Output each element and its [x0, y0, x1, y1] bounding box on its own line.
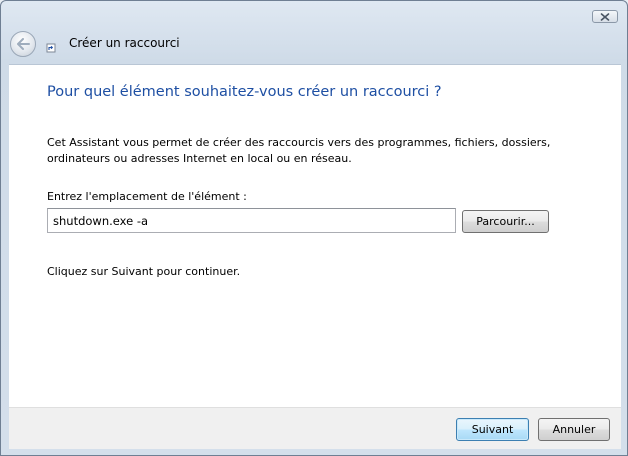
next-button[interactable]: Suivant — [456, 418, 529, 441]
close-icon — [600, 12, 610, 21]
location-label: Entrez l'emplacement de l'élément : — [47, 190, 247, 203]
back-button[interactable] — [10, 31, 36, 57]
wizard-window: Créer un raccourci Pour quel élément sou… — [0, 0, 628, 456]
back-arrow-icon — [17, 38, 30, 50]
page-heading: Pour quel élément souhaitez-vous créer u… — [47, 84, 442, 100]
wizard-title: Créer un raccourci — [69, 36, 180, 50]
browse-button[interactable]: Parcourir... — [462, 210, 549, 233]
close-button[interactable] — [592, 10, 618, 23]
description-text: Cet Assistant vous permet de créer des r… — [47, 136, 551, 165]
continue-instruction: Cliquez sur Suivant pour continuer. — [47, 265, 241, 278]
location-input[interactable] — [47, 208, 456, 233]
shortcut-icon — [46, 43, 56, 53]
wizard-footer: Suivant Annuler — [9, 407, 621, 449]
cancel-button[interactable]: Annuler — [538, 418, 610, 441]
wizard-content: Pour quel élément souhaitez-vous créer u… — [9, 64, 621, 407]
